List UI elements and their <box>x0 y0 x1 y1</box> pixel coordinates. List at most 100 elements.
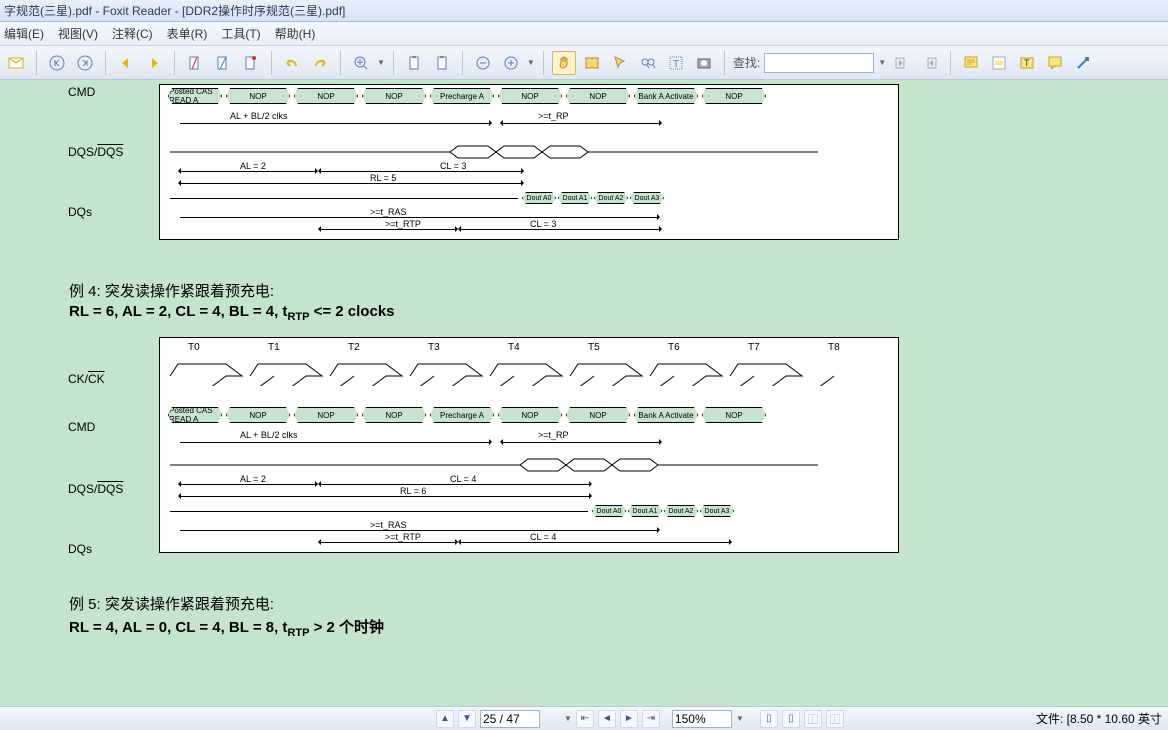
clock-row <box>160 356 898 386</box>
last-page-button[interactable] <box>73 51 97 75</box>
ann: >=t_RP <box>538 430 569 440</box>
dqs-row <box>160 141 898 163</box>
ann: AL + BL/2 clks <box>240 430 297 440</box>
row-label-cmd: CMD <box>68 85 95 99</box>
zoom-in-button[interactable] <box>349 51 373 75</box>
page-up-button[interactable]: ▲ <box>436 710 454 728</box>
first-page-button[interactable] <box>45 51 69 75</box>
tick-row: T0T1T2T3T4T5T6T7T8 <box>160 342 898 356</box>
dqs-row <box>160 454 898 476</box>
text-tool-button[interactable]: T <box>664 51 688 75</box>
menu-comment[interactable]: 注释(C) <box>112 25 153 42</box>
zoom-dropdown2[interactable]: ▼ <box>527 58 535 67</box>
pdf-page: CMD DQS/DQS DQs Posted CAS READ ANOPNOPN… <box>0 80 1168 706</box>
hex-cell: NOP <box>566 88 630 104</box>
nav-last-button[interactable]: ⇥ <box>642 710 660 728</box>
tick-label: T0 <box>188 342 200 353</box>
window-title: 字规范(三星).pdf - Foxit Reader - [DDR2操作时序规范… <box>4 2 345 19</box>
zoom-out-circle-button[interactable] <box>471 51 495 75</box>
clipboard1-button[interactable] <box>402 51 426 75</box>
nav-first-button[interactable]: ⇤ <box>576 710 594 728</box>
find-input[interactable] <box>764 53 874 73</box>
redo-button[interactable] <box>308 51 332 75</box>
page-dropdown[interactable]: ▼ <box>564 714 572 723</box>
toolbar: ▼ ▼ T 查找: ▼ T <box>0 46 1168 80</box>
hex-cell: NOP <box>294 407 358 423</box>
hex-cell: NOP <box>498 407 562 423</box>
hex-cell: Dout A0 <box>592 505 626 517</box>
page-down-button[interactable]: ▼ <box>458 710 476 728</box>
zoom-input[interactable] <box>672 710 732 728</box>
menu-form[interactable]: 表单(R) <box>167 25 208 42</box>
undo-button[interactable] <box>280 51 304 75</box>
hex-cell: Posted CAS READ A <box>168 407 222 423</box>
filesize-label: 文件: [8.50 * 10.60 英寸 <box>1036 710 1162 727</box>
cmd-row: Posted CAS READ ANOPNOPNOPPrecharge ANOP… <box>160 404 898 426</box>
hex-cell: NOP <box>498 88 562 104</box>
search-button[interactable] <box>636 51 660 75</box>
find-prev-button[interactable] <box>890 51 914 75</box>
menu-edit[interactable]: 编辑(E) <box>4 25 44 42</box>
highlight-button[interactable] <box>987 51 1011 75</box>
zoom-dropdown[interactable]: ▼ <box>377 58 385 67</box>
document-viewport[interactable]: CMD DQS/DQS DQs Posted CAS READ ANOPNOPN… <box>0 80 1168 706</box>
tool3-button[interactable] <box>239 51 263 75</box>
zoom-in-circle-button[interactable] <box>499 51 523 75</box>
zoom-level-dropdown[interactable]: ▼ <box>736 714 744 723</box>
tick-label: T4 <box>508 342 520 353</box>
ann: CL = 3 <box>440 161 466 171</box>
hex-cell: NOP <box>294 88 358 104</box>
title-bar: 字规范(三星).pdf - Foxit Reader - [DDR2操作时序规范… <box>0 0 1168 22</box>
page-input[interactable] <box>480 710 540 728</box>
forward-button[interactable] <box>142 51 166 75</box>
back-button[interactable] <box>114 51 138 75</box>
view-facing-button[interactable]: ⿰ <box>804 710 822 728</box>
callout-button[interactable] <box>1043 51 1067 75</box>
hand-tool-button[interactable] <box>552 51 576 75</box>
note-button[interactable] <box>959 51 983 75</box>
menu-tool[interactable]: 工具(T) <box>221 25 260 42</box>
view-single-button[interactable]: ▯ <box>760 710 778 728</box>
tool1-button[interactable] <box>183 51 207 75</box>
hex-cell: Bank A Activate <box>634 88 698 104</box>
cmd-row: Posted CAS READ ANOPNOPNOPPrecharge ANOP… <box>160 85 898 107</box>
ann: CL = 4 <box>530 532 556 542</box>
hex-cell: Dout A1 <box>628 505 662 517</box>
row-label: CMD <box>68 420 95 434</box>
nav-prev-button[interactable]: ◄ <box>598 710 616 728</box>
ann: CL = 3 <box>530 219 556 229</box>
nav-next-button[interactable]: ► <box>620 710 638 728</box>
view-cont-button[interactable]: ▯ <box>782 710 800 728</box>
menu-view[interactable]: 视图(V) <box>58 25 98 42</box>
ann: CL = 4 <box>450 474 476 484</box>
ann: RL = 6 <box>400 486 426 496</box>
tick-label: T6 <box>668 342 680 353</box>
ann: AL = 2 <box>240 474 266 484</box>
book-tool-button[interactable] <box>580 51 604 75</box>
view-cont-facing-button[interactable]: ⿰ <box>826 710 844 728</box>
ann: >=t_RTP <box>385 219 421 229</box>
clipboard2-button[interactable] <box>430 51 454 75</box>
hex-cell: NOP <box>702 88 766 104</box>
find-dropdown[interactable]: ▼ <box>878 58 886 67</box>
hex-cell: NOP <box>226 407 290 423</box>
menu-help[interactable]: 帮助(H) <box>275 25 316 42</box>
hex-cell: NOP <box>226 88 290 104</box>
example5-title: 例 5: 突发读操作紧跟着预充电: <box>69 593 1069 614</box>
tool2-button[interactable] <box>211 51 235 75</box>
email-button[interactable] <box>4 51 28 75</box>
snapshot-button[interactable] <box>692 51 716 75</box>
hex-cell: Dout A1 <box>558 192 592 204</box>
ann: >=t_RTP <box>385 532 421 542</box>
select-tool-button[interactable] <box>608 51 632 75</box>
example5-eq: RL = 4, AL = 0, CL = 4, BL = 8, tRTP > 2… <box>69 616 1069 639</box>
hex-cell: NOP <box>702 407 766 423</box>
dq-row: Dout A0Dout A1Dout A2Dout A3 <box>160 187 898 209</box>
find-next-button[interactable] <box>918 51 942 75</box>
ann: >=t_RAS <box>370 520 407 530</box>
link-button[interactable] <box>1071 51 1095 75</box>
tick-label: T8 <box>828 342 840 353</box>
textbox-button[interactable]: T <box>1015 51 1039 75</box>
row-label: DQS/DQS <box>68 482 123 496</box>
row-label-dqs2: DQs <box>68 205 92 219</box>
